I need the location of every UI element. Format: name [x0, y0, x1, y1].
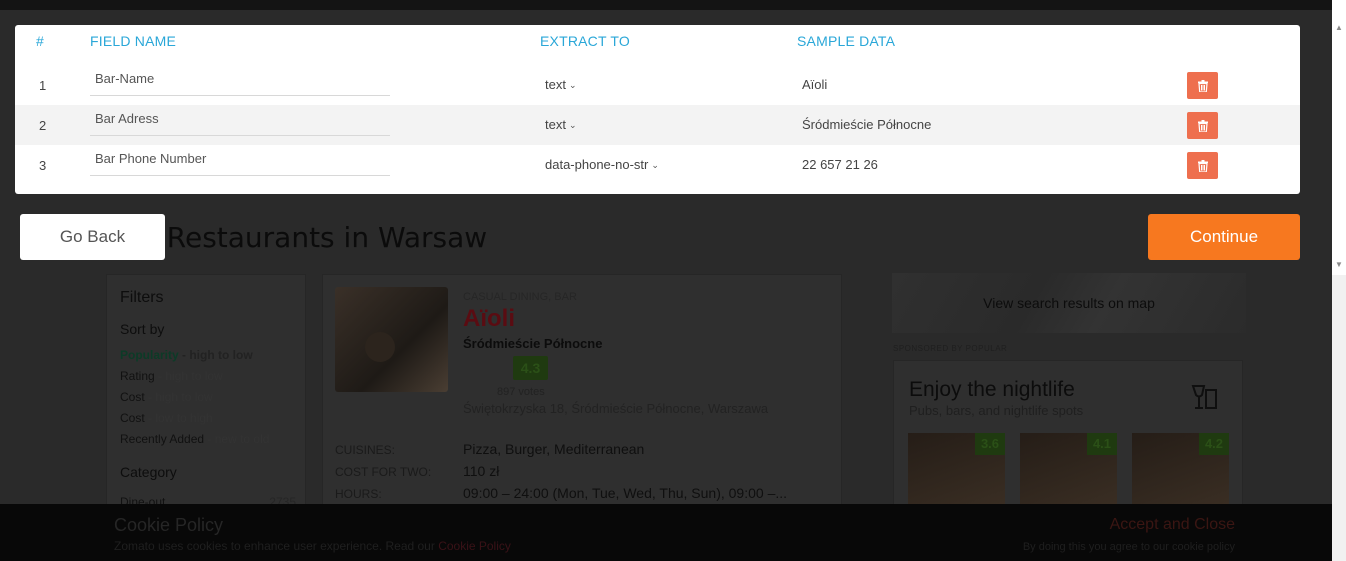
hours-value: 09:00 – 24:00 (Mon, Tue, Wed, Thu, Sun),…	[463, 485, 788, 501]
sort-item-label: Cost	[120, 390, 145, 404]
field-name-input[interactable]: Bar Phone Number	[90, 149, 390, 176]
sample-data: Aïoli	[802, 77, 828, 92]
sort-item[interactable]: Recently Added - new to old	[120, 429, 292, 450]
cookie-text: Zomato uses cookies to enhance user expe…	[114, 539, 511, 553]
extract-to-select[interactable]: text ⌄	[545, 117, 577, 132]
sort-item[interactable]: Cost - high to low	[120, 387, 292, 408]
restaurant-image[interactable]	[335, 287, 448, 392]
restaurant-card: CASUAL DINING, BAR Aïoli Śródmieście Pół…	[322, 274, 842, 514]
header-sample-data: SAMPLE DATA	[797, 33, 896, 49]
sort-item-label: Recently Added	[120, 432, 205, 446]
chevron-down-icon: ⌄	[568, 80, 577, 90]
sort-item-detail: - high to low	[154, 369, 223, 383]
sort-item-detail: - low to high	[144, 411, 213, 425]
nightlife-thumb[interactable]: 3.6	[908, 433, 1005, 513]
chevron-down-icon: ⌄	[651, 160, 659, 170]
sort-item[interactable]: Rating - high to low	[120, 366, 292, 387]
drinks-icon	[1190, 383, 1220, 418]
hours-row: HOURS: 09:00 – 24:00 (Mon, Tue, Wed, Thu,…	[335, 485, 835, 501]
field-name-input[interactable]: Bar Adress	[90, 109, 390, 136]
category-title: Category	[120, 464, 177, 480]
nightlife-subtitle: Pubs, bars, and nightlife spots	[909, 403, 1084, 418]
field-name-input[interactable]: Bar-Name	[90, 69, 390, 96]
hours-label: HOURS:	[335, 487, 382, 501]
sort-title: Sort by	[120, 321, 165, 337]
sort-item-label: Popularity	[120, 348, 179, 362]
thumb-rating: 4.1	[1087, 433, 1117, 455]
map-preview[interactable]: View search results on map	[892, 273, 1246, 333]
cookie-bar: Cookie Policy Zomato uses cookies to enh…	[0, 504, 1332, 561]
restaurant-area[interactable]: Śródmieście Północne	[463, 336, 602, 351]
trash-icon	[1197, 119, 1208, 132]
extract-to-select[interactable]: data-phone-no-str ⌄	[545, 157, 659, 172]
cuisines-label: CUISINES:	[335, 443, 396, 457]
sponsored-label: SPONSORED BY POPULAR	[893, 344, 1008, 353]
nightlife-thumb[interactable]: 4.2	[1132, 433, 1229, 513]
delete-row-button[interactable]	[1187, 72, 1218, 99]
delete-row-button[interactable]	[1187, 112, 1218, 139]
header-extract-to: EXTRACT TO	[540, 33, 630, 49]
thumb-rating: 3.6	[975, 433, 1005, 455]
sort-item[interactable]: Popularity - high to low	[120, 345, 292, 366]
votes-count: 897 votes	[497, 386, 545, 398]
scroll-up-icon[interactable]: ▲	[1332, 20, 1346, 36]
cost-label: COST FOR TWO:	[335, 465, 432, 479]
nightlife-title: Enjoy the nightlife	[909, 378, 1075, 401]
map-link[interactable]: View search results on map	[892, 295, 1246, 311]
cookie-text-body: Zomato uses cookies to enhance user expe…	[114, 539, 439, 553]
cost-row: COST FOR TWO: 110 zł	[335, 463, 835, 479]
row-number: 1	[39, 78, 47, 93]
cookie-agree-text: By doing this you agree to our cookie po…	[1022, 541, 1235, 553]
thumb-rating: 4.2	[1199, 433, 1229, 455]
filters-title: Filters	[120, 289, 164, 306]
cookie-policy-link[interactable]: Cookie Policy	[438, 539, 511, 553]
sort-item[interactable]: Cost - low to high	[120, 408, 292, 429]
sample-data: 22 657 21 26	[802, 157, 878, 172]
go-back-button[interactable]: Go Back	[20, 214, 165, 260]
table-row: 1 Bar-Name text ⌄ Aïoli	[15, 65, 1300, 105]
nightlife-thumb[interactable]: 4.1	[1020, 433, 1117, 513]
nightlife-card[interactable]: Enjoy the nightlife Pubs, bars, and nigh…	[893, 360, 1243, 513]
table-row: 3 Bar Phone Number data-phone-no-str ⌄ 22…	[15, 145, 1300, 185]
sort-item-label: Rating	[120, 369, 155, 383]
extract-to-value: text	[545, 117, 566, 132]
extract-to-select[interactable]: text ⌄	[545, 77, 577, 92]
restaurant-name[interactable]: Aïoli	[463, 305, 515, 333]
accept-close-button[interactable]: Accept and Close	[1110, 516, 1235, 534]
continue-button[interactable]: Continue	[1148, 214, 1300, 260]
extraction-table: # FIELD NAME EXTRACT TO SAMPLE DATA 1 Ba…	[15, 25, 1300, 194]
filters-panel: Filters Sort by Popularity - high to low…	[106, 274, 306, 514]
row-number: 3	[39, 158, 47, 173]
scroll-down-icon[interactable]: ▼	[1332, 257, 1346, 273]
extract-to-value: data-phone-no-str	[545, 157, 649, 172]
header-field-name: FIELD NAME	[90, 33, 177, 49]
cost-value: 110 zł	[463, 463, 500, 479]
extract-to-value: text	[545, 77, 566, 92]
scroll-track[interactable]: ▲ ▼	[1332, 0, 1346, 275]
sort-item-detail: - new to old	[204, 432, 270, 446]
chevron-down-icon: ⌄	[568, 120, 577, 130]
row-number: 2	[39, 118, 47, 133]
sort-item-detail: - high to low	[144, 390, 213, 404]
trash-icon	[1197, 79, 1208, 92]
delete-row-button[interactable]	[1187, 152, 1218, 179]
cookie-title: Cookie Policy	[114, 515, 224, 535]
restaurant-type: CASUAL DINING, BAR	[463, 291, 577, 303]
restaurant-address: Świętokrzyska 18, Śródmieście Północne, …	[463, 401, 769, 416]
top-strip	[0, 0, 1332, 10]
header-num: #	[36, 33, 44, 49]
cuisines-value: Pizza, Burger, Mediterranean	[463, 441, 645, 457]
rating-badge: 4.3	[513, 356, 548, 380]
sample-data: Śródmieście Północne	[802, 117, 932, 132]
table-row: 2 Bar Adress text ⌄ Śródmieście Północne	[15, 105, 1300, 145]
sort-item-label: Cost	[120, 411, 145, 425]
cuisines-row: CUISINES: Pizza, Burger, Mediterranean	[335, 441, 835, 457]
sort-item-detail: - high to low	[178, 348, 253, 362]
trash-icon	[1197, 159, 1208, 172]
scrollbar[interactable]: ▲ ▼	[1332, 0, 1346, 561]
